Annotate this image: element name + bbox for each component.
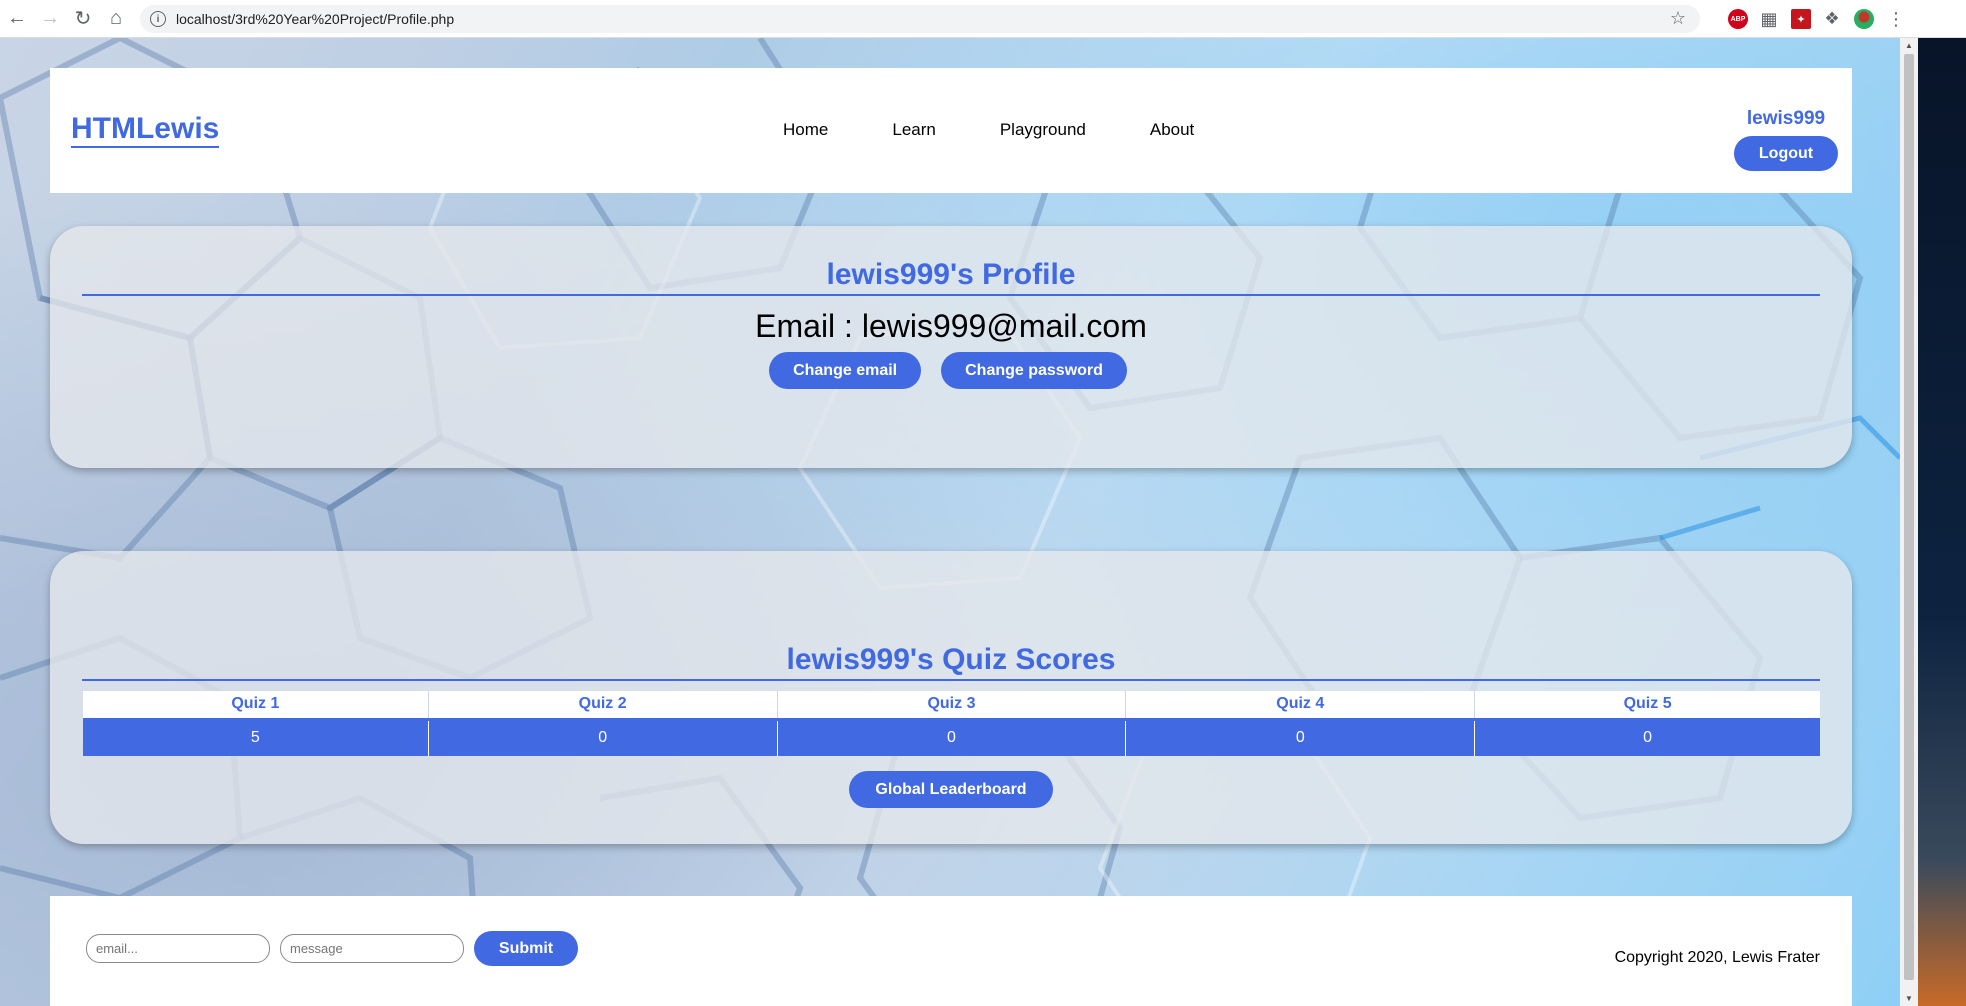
profile-card: lewis999's Profile Email : lewis999@mail…: [50, 226, 1852, 468]
quiz-scores-title: lewis999's Quiz Scores: [82, 643, 1820, 681]
header-username: lewis999: [1746, 108, 1826, 129]
quiz-1-header: Quiz 1: [83, 691, 429, 721]
address-bar[interactable]: i localhost/3rd%20Year%20Project/Profile…: [140, 5, 1700, 33]
adblock-extension-icon[interactable]: ABP: [1728, 9, 1748, 29]
quiz-5-score: 0: [1474, 718, 1820, 756]
address-bar-url[interactable]: localhost/3rd%20Year%20Project/Profile.p…: [176, 11, 454, 27]
grid-extension-icon[interactable]: ▦: [1759, 9, 1779, 29]
quiz-2-header: Quiz 2: [428, 691, 778, 721]
site-footer: Submit Copyright 2020, Lewis Frater: [50, 896, 1852, 1006]
quiz-scores-table: Quiz 1 Quiz 2 Quiz 3 Quiz 4 Quiz 5 5 0 0…: [83, 691, 1820, 756]
contact-form: Submit: [86, 931, 578, 966]
site-header: HTMLewis Home Learn Playground About lew…: [50, 68, 1852, 193]
browser-toolbar: ← → ↻ ⌂ i localhost/3rd%20Year%20Project…: [0, 0, 1966, 38]
adobe-extension-icon[interactable]: ✦: [1791, 9, 1811, 29]
change-email-button[interactable]: Change email: [769, 352, 922, 389]
desktop-wallpaper: [1918, 38, 1966, 1006]
bookmark-star-icon[interactable]: ☆: [1670, 8, 1686, 29]
home-icon[interactable]: ⌂: [100, 3, 132, 35]
site-info-icon[interactable]: i: [150, 11, 166, 27]
profile-actions: Change email Change password: [50, 352, 1852, 389]
quiz-4-score: 0: [1125, 718, 1476, 756]
nav-about-link[interactable]: About: [1150, 120, 1194, 140]
global-leaderboard-button[interactable]: Global Leaderboard: [849, 771, 1053, 808]
profile-avatar-icon[interactable]: [1854, 9, 1874, 29]
scrollbar-thumb[interactable]: [1904, 54, 1914, 980]
nav-learn-link[interactable]: Learn: [892, 120, 935, 140]
reload-icon[interactable]: ↻: [67, 3, 99, 35]
nav-playground-link[interactable]: Playground: [1000, 120, 1086, 140]
copyright-text: Copyright 2020, Lewis Frater: [1614, 949, 1820, 966]
quiz-5-header: Quiz 5: [1474, 691, 1820, 721]
profile-email: Email : lewis999@mail.com: [755, 308, 1147, 344]
quiz-3-score: 0: [777, 718, 1127, 756]
main-nav: Home Learn Playground About: [783, 120, 1258, 140]
scroll-down-icon[interactable]: ▼: [1905, 994, 1913, 1003]
quiz-4-header: Quiz 4: [1125, 691, 1476, 721]
profile-title: lewis999's Profile: [82, 258, 1820, 296]
leaderboard-row: Global Leaderboard: [50, 771, 1852, 808]
footer-submit-button[interactable]: Submit: [474, 931, 578, 966]
logout-button[interactable]: Logout: [1734, 136, 1838, 171]
change-password-button[interactable]: Change password: [941, 352, 1127, 389]
site-logo[interactable]: HTMLewis: [71, 112, 220, 148]
footer-email-input[interactable]: [86, 934, 270, 963]
user-box: lewis999 Logout: [1734, 108, 1838, 171]
quiz-2-score: 0: [428, 718, 778, 756]
quiz-scores-card: lewis999's Quiz Scores Quiz 1 Quiz 2 Qui…: [50, 551, 1852, 844]
extensions-puzzle-icon[interactable]: ❖: [1822, 9, 1842, 29]
forward-icon[interactable]: →: [34, 3, 66, 35]
quiz-3-header: Quiz 3: [777, 691, 1127, 721]
table-row: 5 0 0 0 0: [83, 718, 1820, 756]
scroll-up-icon[interactable]: ▲: [1905, 41, 1913, 50]
nav-home-link[interactable]: Home: [783, 120, 828, 140]
browser-menu-icon[interactable]: ⋮: [1886, 9, 1906, 29]
page-scrollbar[interactable]: ▲ ▼: [1900, 38, 1918, 1006]
page-viewport: HTMLewis Home Learn Playground About lew…: [0, 38, 1900, 1006]
quiz-1-score: 5: [83, 718, 429, 756]
footer-message-input[interactable]: [280, 934, 464, 963]
back-icon[interactable]: ←: [1, 3, 33, 35]
table-header-row: Quiz 1 Quiz 2 Quiz 3 Quiz 4 Quiz 5: [83, 691, 1820, 721]
